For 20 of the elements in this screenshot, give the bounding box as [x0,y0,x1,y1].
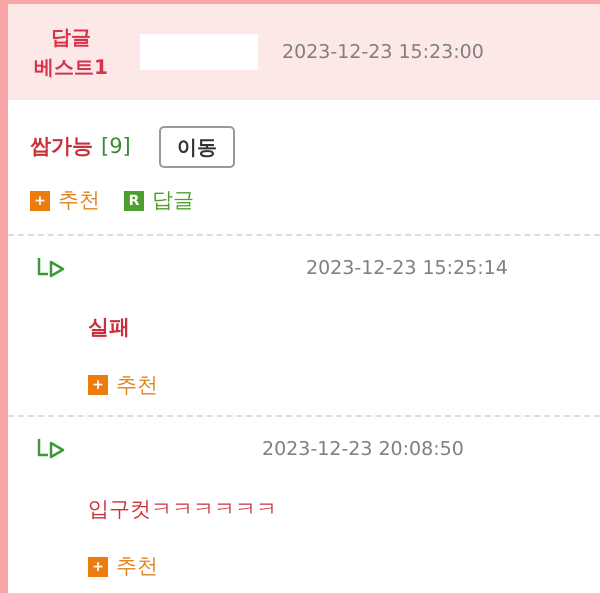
recommend-link[interactable]: + 추천 [88,551,158,582]
comment-text: 실패 [88,314,131,341]
reply-arrow-icon [36,437,66,462]
plus-icon: + [30,190,50,211]
comment-text: 쌉가능 [30,133,93,160]
recommend-link[interactable]: + 추천 [88,370,158,401]
best-badge-text: 베스트1 [34,54,108,81]
reply-count: [9] [101,133,131,160]
timestamp: 2023-12-23 15:23:00 [282,40,484,65]
move-button[interactable]: 이동 [158,126,235,168]
timestamp: 2023-12-23 20:08:50 [262,437,464,462]
best-badge-text: 답글 [51,24,91,51]
timestamp: 2023-12-23 15:25:14 [306,256,508,280]
comment-text: 입구컷ㅋㅋㅋㅋㅋㅋ [88,496,278,522]
reply-link[interactable]: R 답글 [124,185,194,216]
plus-icon: + [88,375,108,396]
reply-arrow-icon [36,256,66,280]
recommend-link[interactable]: + 추천 [30,185,100,216]
r-letter-icon: R [124,190,144,211]
plus-icon: + [88,556,108,577]
